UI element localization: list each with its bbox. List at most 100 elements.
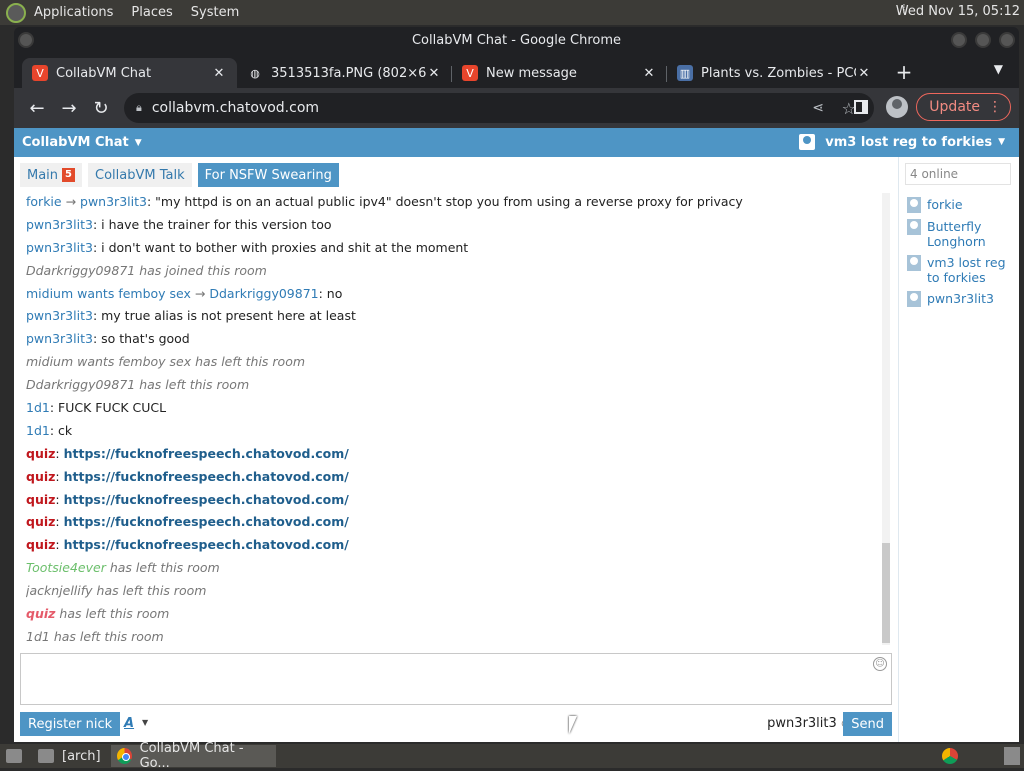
- message-scrollbar[interactable]: [882, 193, 890, 645]
- user-list-item[interactable]: vm3 lost reg to forkies: [907, 255, 1015, 285]
- current-user-menu[interactable]: vm3 lost reg to forkies ▼: [799, 134, 1005, 150]
- message-input[interactable]: ☺: [20, 653, 892, 705]
- window-menu-icon[interactable]: [18, 32, 34, 48]
- reload-icon[interactable]: ↻: [86, 93, 116, 123]
- message-author[interactable]: jacknjellify: [26, 583, 93, 598]
- message-text: has left this room: [92, 583, 207, 599]
- message-text: has left this room: [135, 377, 250, 393]
- message-author[interactable]: 1d1: [26, 629, 50, 644]
- user-name: Butterfly Longhorn: [927, 219, 986, 249]
- forward-arrow-icon[interactable]: →: [54, 93, 84, 123]
- message-list: forkie → pwn3r3lit3: "my httpd is on an …: [26, 191, 886, 646]
- scrollbar-thumb[interactable]: [882, 543, 890, 643]
- close-window-icon[interactable]: [999, 32, 1015, 48]
- user-list-item[interactable]: pwn3r3lit3: [907, 291, 1015, 307]
- message-author[interactable]: Ddarkriggy09871: [26, 263, 135, 278]
- caret-down-icon[interactable]: ▼: [135, 138, 142, 148]
- message-recipient[interactable]: Ddarkriggy09871: [209, 286, 318, 301]
- tab-image[interactable]: ◍ 3513513fa.PNG (802×625) ✕: [237, 58, 452, 88]
- taskbar-label: CollabVM Chat - Go...: [139, 741, 244, 771]
- message-link[interactable]: https://fucknofreespeech.chatovod.com/: [64, 537, 349, 552]
- message-link[interactable]: https://fucknofreespeech.chatovod.com/: [64, 446, 349, 461]
- message-author[interactable]: quiz: [26, 537, 55, 552]
- message-author[interactable]: midium wants femboy sex: [26, 354, 191, 369]
- message-link[interactable]: https://fucknofreespeech.chatovod.com/: [64, 492, 349, 507]
- user-icon: [907, 255, 921, 271]
- app-header: CollabVM Chat ▼ vm3 lost reg to forkies …: [14, 128, 1019, 157]
- tab-collabvm-chat[interactable]: V CollabVM Chat ✕: [22, 58, 237, 88]
- message-author[interactable]: quiz: [26, 606, 55, 621]
- tab-search-chevron-icon[interactable]: ▼: [994, 62, 1003, 76]
- close-tab-icon[interactable]: ✕: [641, 66, 657, 81]
- menu-system[interactable]: System: [191, 5, 239, 20]
- tray-chrome-icon[interactable]: [942, 748, 958, 764]
- room-tab-label: CollabVM Talk: [95, 167, 185, 183]
- close-tab-icon[interactable]: ✕: [856, 66, 872, 81]
- message-author[interactable]: forkie: [26, 194, 62, 209]
- chat-area: Main 5 CollabVM Talk For NSFW Swearing f…: [14, 157, 898, 742]
- message-author[interactable]: 1d1: [26, 400, 50, 415]
- chat-message: quiz has left this room: [26, 603, 886, 626]
- clock[interactable]: Wed Nov 15, 05:12: [896, 4, 1020, 19]
- message-author[interactable]: Tootsie4ever: [26, 560, 106, 575]
- new-tab-plus-icon[interactable]: +: [890, 58, 918, 86]
- font-style-button[interactable]: A: [124, 716, 134, 731]
- back-arrow-icon[interactable]: ←: [22, 93, 52, 123]
- message-author[interactable]: quiz: [26, 446, 55, 461]
- tab-pcgamingwiki[interactable]: ▥ Plants vs. Zombies - PCGa ✕: [667, 58, 882, 88]
- message-author[interactable]: quiz: [26, 514, 55, 529]
- close-tab-icon[interactable]: ✕: [426, 66, 442, 81]
- url-text[interactable]: collabvm.chatovod.com: [152, 100, 319, 116]
- message-text: has left this room: [191, 354, 306, 370]
- message-link[interactable]: https://fucknofreespeech.chatovod.com/: [64, 514, 349, 529]
- workspace-switcher-icon[interactable]: [1004, 747, 1020, 765]
- update-button[interactable]: Update ⋮: [916, 93, 1011, 121]
- caret-down-icon[interactable]: ▼: [142, 718, 148, 727]
- register-nick-button[interactable]: Register nick: [20, 712, 121, 736]
- maximize-icon[interactable]: [975, 32, 991, 48]
- taskbar-item-chrome[interactable]: CollabVM Chat - Go...: [110, 741, 276, 771]
- lock-icon[interactable]: 🔒︎: [136, 101, 142, 115]
- emoji-smiley-icon[interactable]: ☺: [873, 657, 887, 671]
- message-author[interactable]: Ddarkriggy09871: [26, 377, 135, 392]
- distro-logo-icon[interactable]: [6, 2, 26, 23]
- message-text: : so that's good: [92, 331, 190, 347]
- taskbar-item-arch[interactable]: [arch]: [32, 745, 107, 767]
- user-name: forkie: [927, 197, 963, 212]
- message-author[interactable]: pwn3r3lit3: [26, 308, 93, 323]
- message-author[interactable]: pwn3r3lit3: [26, 331, 93, 346]
- message-author[interactable]: midium wants femboy sex: [26, 286, 191, 301]
- chat-message: pwn3r3lit3: my true alias is not present…: [26, 305, 886, 328]
- message-author[interactable]: pwn3r3lit3: [26, 217, 93, 232]
- message-link[interactable]: https://fucknofreespeech.chatovod.com/: [64, 469, 349, 484]
- send-button[interactable]: Send: [843, 712, 892, 736]
- message-author[interactable]: 1d1: [26, 423, 50, 438]
- profile-avatar-icon[interactable]: [886, 96, 909, 118]
- chat-message: 1d1: FUCK FUCK CUCL: [26, 397, 886, 420]
- room-tab-collabvm-talk[interactable]: CollabVM Talk: [88, 163, 192, 187]
- tab-new-message[interactable]: V New message ✕: [452, 58, 667, 88]
- chat-message: pwn3r3lit3: i don't want to bother with …: [26, 237, 886, 260]
- user-list-item[interactable]: forkie: [907, 197, 1015, 213]
- minimize-icon[interactable]: [951, 32, 967, 48]
- room-tab-main[interactable]: Main 5: [20, 163, 83, 187]
- show-desktop-button[interactable]: [0, 745, 28, 767]
- message-author[interactable]: quiz: [26, 492, 55, 507]
- address-bar[interactable]: 🔒︎ collabvm.chatovod.com ⋖ ☆: [124, 93, 874, 123]
- menu-applications[interactable]: Applications: [34, 5, 113, 20]
- side-panel-icon[interactable]: [854, 100, 869, 114]
- window-title: CollabVM Chat - Google Chrome: [411, 33, 621, 48]
- app-title[interactable]: CollabVM Chat: [22, 135, 129, 150]
- close-tab-icon[interactable]: ✕: [211, 66, 227, 81]
- current-nick[interactable]: pwn3r3lit3⊗: [767, 716, 850, 731]
- menu-places[interactable]: Places: [131, 5, 172, 20]
- message-author[interactable]: pwn3r3lit3: [26, 240, 93, 255]
- chat-message: midium wants femboy sex has left this ro…: [26, 351, 886, 374]
- message-recipient[interactable]: pwn3r3lit3: [80, 194, 147, 209]
- room-tab-nsfw[interactable]: For NSFW Swearing: [197, 163, 339, 187]
- message-author[interactable]: quiz: [26, 469, 55, 484]
- share-icon[interactable]: ⋖: [812, 100, 824, 116]
- window-titlebar[interactable]: CollabVM Chat - Google Chrome: [14, 27, 1019, 54]
- message-text: :: [55, 445, 64, 461]
- user-list-item[interactable]: Butterfly Longhorn: [907, 219, 1015, 249]
